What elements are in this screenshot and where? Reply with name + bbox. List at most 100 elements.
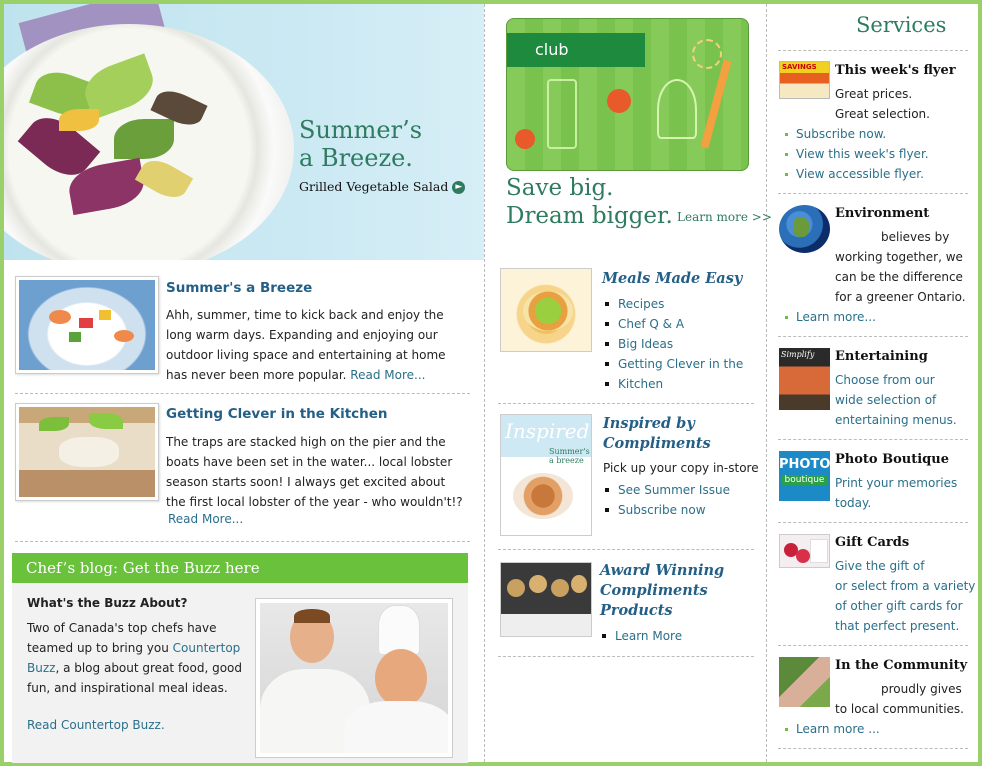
award-list: Learn More bbox=[600, 626, 682, 646]
divider bbox=[778, 193, 968, 194]
hero-subtitle-link[interactable]: Grilled Vegetable Salad ► bbox=[299, 179, 466, 194]
environment-text: believes by working together, we can be … bbox=[835, 227, 966, 307]
environment-line: believes by bbox=[881, 230, 950, 244]
meals-list: Recipes Chef Q & A Big Ideas Getting Cle… bbox=[603, 294, 743, 394]
photo-title[interactable]: Photo Boutique bbox=[835, 452, 949, 467]
blog-line: teamed up to bring you Countertop bbox=[27, 638, 242, 658]
divider bbox=[15, 541, 470, 542]
read-more-link[interactable]: Read More... bbox=[350, 368, 425, 382]
community-photo[interactable] bbox=[779, 657, 830, 707]
blog-line-text: , a blog about great food, good bbox=[55, 661, 243, 675]
big-ideas-link[interactable]: Big Ideas bbox=[618, 337, 673, 351]
meals-image[interactable] bbox=[500, 268, 592, 352]
divider bbox=[778, 645, 968, 646]
article-line: outdoor living space and entertaining at… bbox=[166, 348, 446, 362]
read-countertop-buzz-link[interactable]: Read Countertop Buzz. bbox=[27, 718, 165, 732]
inspired-title-line2: Compliments bbox=[603, 435, 711, 452]
article-line: has never been more popular. Read More..… bbox=[166, 365, 446, 385]
divider bbox=[778, 336, 968, 337]
photo-text[interactable]: Print your memories today. bbox=[835, 473, 957, 513]
article-thumbnail[interactable] bbox=[15, 403, 159, 501]
arrow-right-icon: ► bbox=[452, 181, 466, 194]
entertaining-thumbnail[interactable]: Simplify bbox=[779, 348, 830, 410]
gift-card-thumbnail[interactable] bbox=[779, 534, 830, 568]
article-title-summer[interactable]: Summer's a Breeze bbox=[166, 280, 312, 296]
recipes-link[interactable]: Recipes bbox=[618, 297, 664, 311]
hero-banner[interactable]: Summer’s a Breeze. Grilled Vegetable Sal… bbox=[4, 4, 484, 260]
article-body-summer: Ahh, summer, time to kick back and enjoy… bbox=[166, 305, 446, 385]
gift-line: that perfect present. bbox=[835, 619, 960, 633]
article-line: The traps are stacked high on the pier a… bbox=[166, 435, 446, 449]
flyer-title[interactable]: This week's flyer bbox=[835, 63, 956, 78]
subscribe-now-link[interactable]: Subscribe now bbox=[618, 503, 706, 517]
entertaining-text[interactable]: Choose from our wide selection of entert… bbox=[835, 370, 957, 430]
photo-badge-subtext: boutique bbox=[782, 475, 827, 485]
environment-learn-more-link[interactable]: Learn more... bbox=[796, 310, 876, 324]
divider bbox=[498, 656, 754, 657]
entertaining-line: entertaining menus. bbox=[835, 413, 957, 427]
environment-line: for a greener Ontario. bbox=[835, 290, 966, 304]
club-card-banner[interactable]: club bbox=[506, 18, 749, 171]
earth-icon bbox=[779, 205, 830, 253]
countertop-link[interactable]: Countertop bbox=[173, 641, 241, 655]
photo-line: today. bbox=[835, 496, 872, 510]
community-line: to local communities. bbox=[835, 702, 964, 716]
chef-qa-link[interactable]: Chef Q & A bbox=[618, 317, 684, 331]
community-line: proudly gives bbox=[881, 682, 962, 696]
community-links: Learn more ... bbox=[781, 719, 880, 739]
inspired-title[interactable]: Inspired by Compliments bbox=[603, 414, 711, 454]
inspired-magazine-cover[interactable]: Inspired Summer's a breeze bbox=[500, 414, 592, 536]
blog-header[interactable]: Chef’s blog: Get the Buzz here bbox=[12, 553, 468, 583]
award-products-image[interactable] bbox=[500, 562, 592, 637]
gift-cards-title[interactable]: Gift Cards bbox=[835, 535, 909, 550]
read-more-link[interactable]: Read More... bbox=[168, 512, 243, 526]
getting-clever-link[interactable]: Getting Clever in the bbox=[618, 357, 743, 371]
shrimp-salad-image bbox=[19, 280, 155, 370]
entertaining-line: wide selection of bbox=[835, 393, 937, 407]
subscribe-flyer-link[interactable]: Subscribe now. bbox=[796, 127, 886, 141]
award-title[interactable]: Award Winning Compliments Products bbox=[600, 561, 724, 621]
club-headline: Save big. Dream bigger. bbox=[506, 174, 673, 230]
hero-title-line1: Summer’s bbox=[299, 116, 423, 144]
column-divider bbox=[484, 4, 485, 762]
article-line: boats have been set in the water... loca… bbox=[166, 455, 453, 469]
flyer-thumbnail[interactable]: SAVINGS bbox=[779, 61, 830, 99]
flyer-links: Subscribe now. View this week's flyer. V… bbox=[781, 124, 929, 184]
club-learn-more-link[interactable]: Learn more >> bbox=[677, 210, 772, 224]
entertaining-thumb-text: Simplify bbox=[781, 350, 815, 359]
view-flyer-link[interactable]: View this week's flyer. bbox=[796, 147, 929, 161]
flyer-text: Great prices. Great selection. bbox=[835, 84, 930, 124]
buzz-link[interactable]: Buzz bbox=[27, 661, 55, 675]
services-title: Services bbox=[856, 13, 947, 37]
photo-boutique-logo[interactable]: PHOTO boutique bbox=[779, 451, 830, 501]
article-title-kitchen[interactable]: Getting Clever in the Kitchen bbox=[166, 406, 388, 422]
entertaining-title[interactable]: Entertaining bbox=[835, 349, 928, 364]
divider bbox=[778, 522, 968, 523]
gift-cards-text[interactable]: Give the gift of or select from a variet… bbox=[835, 556, 975, 636]
article-thumbnail[interactable] bbox=[15, 276, 159, 374]
environment-links: Learn more... bbox=[781, 307, 876, 327]
hero-salad-image bbox=[4, 24, 294, 260]
divider bbox=[778, 439, 968, 440]
article-body-kitchen: The traps are stacked high on the pier a… bbox=[166, 432, 463, 512]
see-summer-issue-link[interactable]: See Summer Issue bbox=[618, 483, 730, 497]
blog-heading: What's the Buzz About? bbox=[27, 596, 188, 610]
award-title-line1: Award Winning bbox=[600, 562, 725, 579]
community-learn-more-link[interactable]: Learn more ... bbox=[796, 722, 880, 736]
article-line: long warm days. Expanding and enjoying o… bbox=[166, 328, 438, 342]
flyer-line: Great prices. bbox=[835, 87, 913, 101]
lobster-roll-image bbox=[19, 407, 155, 497]
gift-line: or select from a variety bbox=[835, 579, 976, 593]
divider bbox=[498, 549, 754, 550]
getting-clever-link-cont[interactable]: Kitchen bbox=[618, 377, 663, 391]
award-learn-more-link[interactable]: Learn More bbox=[615, 629, 682, 643]
flyer-thumb-text: SAVINGS bbox=[782, 63, 817, 71]
blog-line: Buzz, a blog about great food, good bbox=[27, 658, 242, 678]
community-title[interactable]: In the Community bbox=[835, 658, 967, 673]
blog-line-text: teamed up to bring you bbox=[27, 641, 169, 655]
club-tag: club bbox=[507, 33, 645, 67]
meals-title[interactable]: Meals Made Easy bbox=[602, 269, 742, 289]
hero-title-line2: a Breeze. bbox=[299, 144, 413, 172]
accessible-flyer-link[interactable]: View accessible flyer. bbox=[796, 167, 924, 181]
environment-title[interactable]: Environment bbox=[835, 206, 929, 221]
